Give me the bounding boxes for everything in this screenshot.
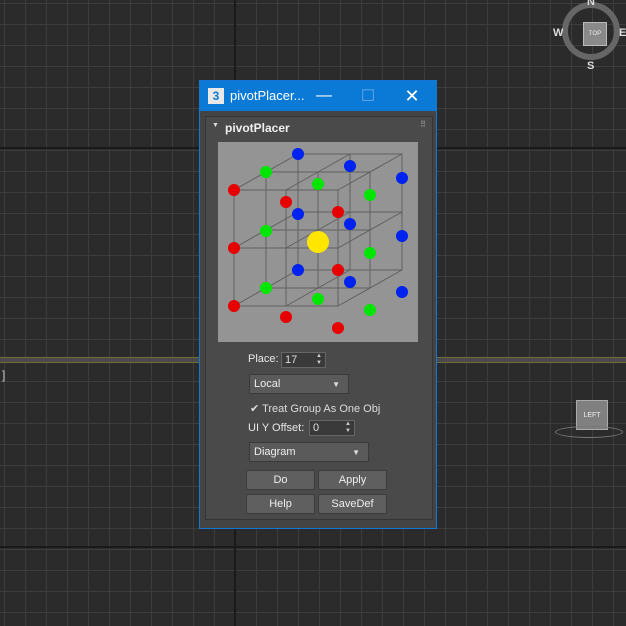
viewcube-compass[interactable]: TOP [562, 2, 620, 60]
checkmark-icon[interactable]: ✔ [250, 403, 259, 415]
pivot-point-corner[interactable] [228, 184, 240, 196]
pivot-point-face[interactable] [396, 172, 408, 184]
minimize-button[interactable]: — [302, 81, 346, 111]
pivot-diagram[interactable] [218, 142, 418, 342]
pivotplacer-rollout: ▼ pivotPlacer ⠿ Place: 17 ▲ ▼ Local ▼ ✔ … [205, 116, 433, 520]
coordinate-space-value: Local [254, 378, 281, 390]
treat-group-checkbox[interactable]: ✔ Treat Group As One Obj [250, 402, 380, 415]
compass-west-label: W [553, 27, 564, 39]
pivot-point-edge[interactable] [312, 178, 324, 190]
maximize-button[interactable]: ☐ [346, 81, 390, 111]
place-spinner[interactable]: 17 ▲ ▼ [281, 352, 326, 368]
ui-offset-spinner[interactable]: 0 ▲ ▼ [309, 420, 355, 436]
spinner-arrows-icon[interactable]: ▲ ▼ [316, 353, 322, 367]
pivot-point-edge[interactable] [364, 189, 376, 201]
pivot-cube-svg [228, 148, 408, 334]
pivot-point-corner[interactable] [332, 264, 344, 276]
pivot-point-edge[interactable] [260, 225, 272, 237]
chevron-down-icon: ▼ [352, 448, 360, 457]
pivot-point-corner[interactable] [280, 196, 292, 208]
place-value[interactable]: 17 [285, 354, 297, 366]
do-button[interactable]: Do [246, 470, 315, 490]
pivot-point-edge[interactable] [312, 293, 324, 305]
compass-east-label: E [619, 27, 626, 39]
savedef-button[interactable]: SaveDef [318, 494, 387, 514]
window-title: pivotPlacer... [230, 88, 305, 103]
rollout-title: pivotPlacer [225, 121, 290, 135]
pivot-point-edge[interactable] [364, 247, 376, 259]
pivot-point-edge[interactable] [260, 166, 272, 178]
chevron-down-icon: ▼ [332, 380, 340, 389]
spinner-arrows-icon[interactable]: ▲ ▼ [345, 421, 351, 435]
mode-value: Diagram [254, 446, 296, 458]
pivot-point-corner[interactable] [280, 311, 292, 323]
viewcube-top-face[interactable]: TOP [583, 22, 607, 46]
title-bar[interactable]: 3 pivotPlacer... — ☐ ✕ [200, 81, 436, 111]
pivot-point-corner[interactable] [332, 206, 344, 218]
cube-wireframe [233, 153, 403, 307]
apply-button[interactable]: Apply [318, 470, 387, 490]
place-label: Place: [248, 353, 279, 365]
ui-offset-label: UI Y Offset: [248, 422, 305, 434]
pivot-point-face[interactable] [292, 264, 304, 276]
pivot-point-face[interactable] [292, 148, 304, 160]
pivot-point-face[interactable] [292, 208, 304, 220]
pivot-point-face[interactable] [396, 230, 408, 242]
grip-icon[interactable]: ⠿ [420, 120, 426, 129]
pivot-point-corner[interactable] [228, 300, 240, 312]
pivot-point-face[interactable] [344, 276, 356, 288]
help-button[interactable]: Help [246, 494, 315, 514]
pivot-point-edge[interactable] [364, 304, 376, 316]
pivot-point-corner[interactable] [228, 242, 240, 254]
pivot-point-selected[interactable] [307, 231, 329, 253]
ui-offset-value[interactable]: 0 [313, 422, 319, 434]
pivot-point-face[interactable] [396, 286, 408, 298]
pivotplacer-window: 3 pivotPlacer... — ☐ ✕ ▼ pivotPlacer ⠿ P… [199, 80, 437, 529]
pivot-point-face[interactable] [344, 218, 356, 230]
pivot-point-face[interactable] [344, 160, 356, 172]
app-icon: 3 [208, 88, 224, 104]
rollout-header[interactable]: ▼ pivotPlacer ⠿ [206, 117, 432, 137]
collapse-arrow-icon[interactable]: ▼ [212, 122, 219, 129]
coordinate-space-dropdown[interactable]: Local ▼ [249, 374, 349, 394]
mode-dropdown[interactable]: Diagram ▼ [249, 442, 369, 462]
compass-south-label: S [587, 60, 595, 72]
pivot-point-corner[interactable] [332, 322, 344, 334]
viewcube-ring[interactable] [555, 426, 623, 438]
grid-axis-line [0, 546, 626, 548]
pivot-point-edge[interactable] [260, 282, 272, 294]
compass-north-label: N [587, 0, 595, 8]
close-button[interactable]: ✕ [390, 81, 434, 111]
treat-group-label: Treat Group As One Obj [262, 403, 381, 415]
viewport-label: ] [2, 368, 6, 382]
